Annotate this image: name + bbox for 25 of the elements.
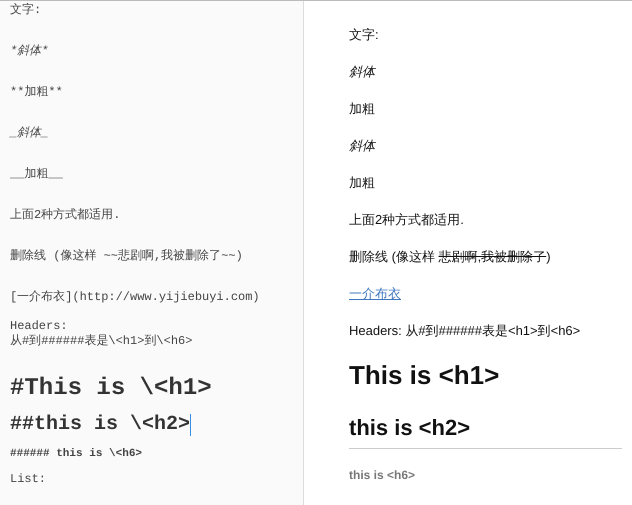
source-line: [一介布衣](http://www.yijiebuyi.com) xyxy=(10,290,260,305)
strikethrough-sentence: 删除线 (像这样 悲剧啊,我被删除了) xyxy=(349,249,552,265)
source-line: #This is \<h1> xyxy=(10,375,212,403)
source-line: _斜体_ xyxy=(10,126,48,141)
heading-6: this is <h6> xyxy=(349,467,416,483)
source-line: 上面2种方式都适用. xyxy=(10,208,120,223)
source-line: *斜体* xyxy=(10,44,48,59)
source-line: Headers: 从#到######表是\<h1>到\<h6> xyxy=(10,319,192,349)
source-line: __加粗__ xyxy=(10,167,63,182)
preview-text: 上面2种方式都适用. xyxy=(349,212,465,228)
heading-1: This is <h1> xyxy=(349,360,500,390)
preview-text: 文字: xyxy=(349,27,380,43)
source-line: 删除线 (像这样 ~~悲剧啊,我被删除了~~) xyxy=(10,249,243,264)
italic-text: 斜体 xyxy=(349,138,377,154)
italic-text: 斜体 xyxy=(349,64,377,80)
preview-text: 加粗 xyxy=(349,101,376,117)
source-line: **加粗** xyxy=(10,85,63,100)
heading-2: this is <h2> xyxy=(349,414,470,442)
preview-text: Headers: 从#到######表是<h1>到<h6> xyxy=(349,323,582,339)
link[interactable]: 一介布衣 xyxy=(349,286,401,301)
source-line: ##this is \<h2> xyxy=(10,413,190,437)
source-line: List: xyxy=(10,472,46,487)
source-line: ###### this is \<h6> xyxy=(10,447,142,462)
preview-text: 加粗 xyxy=(349,175,376,191)
source-line: 文字: xyxy=(10,3,42,18)
